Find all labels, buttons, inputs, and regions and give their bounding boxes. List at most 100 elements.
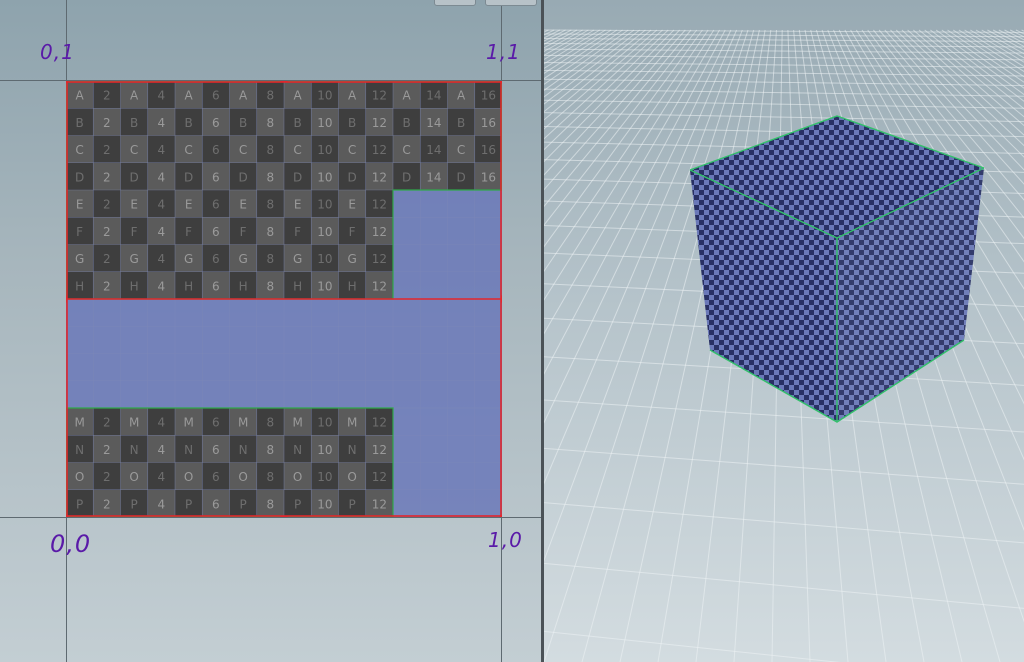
uv-cell-label: D xyxy=(130,170,139,184)
uv-cell-label: 10 xyxy=(317,416,332,430)
uv-cell-label: A xyxy=(185,89,194,103)
uv-cell-label: O xyxy=(347,470,356,484)
uv-cell-label: 6 xyxy=(212,279,220,293)
uv-cell-label: O xyxy=(129,470,138,484)
uv-cell-label: 14 xyxy=(426,89,441,103)
uv-cell-label: 2 xyxy=(103,443,111,457)
floor-grid-line xyxy=(544,29,658,130)
uv-corner-label-bottom-left: 0,0 xyxy=(50,530,92,558)
viewer-option-button[interactable] xyxy=(485,0,537,6)
uv-cell-label: 16 xyxy=(481,116,496,130)
uv-cell-label: 6 xyxy=(212,170,220,184)
uv-cell-label: 10 xyxy=(317,497,332,511)
floor-grid-line xyxy=(544,29,703,248)
uv-cell-label: G xyxy=(238,252,247,266)
uv-cell-label: B xyxy=(130,116,138,130)
uv-cell-label: M xyxy=(74,416,84,430)
uv-cell-label: 4 xyxy=(158,89,166,103)
uv-cell-label: A xyxy=(403,89,412,103)
uv-cell-label: M xyxy=(238,416,248,430)
uv-cell-label: 2 xyxy=(103,497,111,511)
uv-cell-label: A xyxy=(294,89,303,103)
floor-grid-line xyxy=(544,29,566,42)
floor-grid-line xyxy=(544,29,583,53)
uv-cell-label: 14 xyxy=(426,116,441,130)
floor-grid-line xyxy=(1004,29,1024,41)
uv-cell-label: 4 xyxy=(158,252,166,266)
uv-cell-label: 12 xyxy=(372,279,387,293)
uv-cell-label: E xyxy=(76,198,84,212)
uv-cell-label: 4 xyxy=(158,225,166,239)
uv-cell-label: N xyxy=(184,443,193,457)
uv-cell-label: 16 xyxy=(481,89,496,103)
uv-cell-label: 10 xyxy=(317,170,332,184)
floor-grid-line xyxy=(544,399,1024,433)
uv-texture-grid[interactable]: A 2 A 4 A 6 A 8 A 10 A 12 A 14 A 16 B 2 B 4 B 6 B 8 B 10 B 12 B 14 B 16… xyxy=(66,81,502,517)
uv-cell-label: E xyxy=(130,198,138,212)
floor-grid-line xyxy=(544,29,549,33)
uv-cell-label: F xyxy=(294,225,301,239)
uv-cell-label: P xyxy=(294,497,301,511)
uv-cell-label: 8 xyxy=(267,89,275,103)
uv-cell-label: 4 xyxy=(158,416,166,430)
uv-cell-label: F xyxy=(131,225,138,239)
uv-cell-label: 10 xyxy=(317,89,332,103)
uv-cell-label: D xyxy=(402,170,411,184)
uv-cell-label: D xyxy=(75,170,84,184)
uv-cell-label: 12 xyxy=(372,143,387,157)
uv-cell-label: E xyxy=(294,198,302,212)
uv-cell-label: 6 xyxy=(212,470,220,484)
floor-grid-line xyxy=(544,37,1024,43)
uv-grid-canvas[interactable]: A 2 A 4 A 6 A 8 A 10 A 12 A 14 A 16 B 2 B 4 B 6 B 8 B 10 B 12 B 14 B 16… xyxy=(66,81,502,517)
uv-cell-label: 14 xyxy=(426,170,441,184)
uv-cell-label: 2 xyxy=(103,225,111,239)
uv-cell-label: 4 xyxy=(158,198,166,212)
uv-cell-label: 12 xyxy=(372,416,387,430)
uv-cell-label: 10 xyxy=(317,443,332,457)
uv-cell-label: B xyxy=(403,116,411,130)
uv-cell-label: C xyxy=(457,143,465,157)
uv-editor-pane[interactable]: 0,1 1,1 0,0 1,0 A 2 A 4 A 6 A 8 A 10 A 12 A 14 A 16 B 2 B 4… xyxy=(0,0,541,662)
floor-grid-line xyxy=(544,78,1024,87)
floor-grid-line xyxy=(544,29,561,39)
floor-grid-line xyxy=(544,29,669,151)
3d-viewport[interactable] xyxy=(544,0,1024,662)
floor-grid-line xyxy=(975,29,1024,59)
uv-cell-label: 4 xyxy=(158,143,166,157)
uv-boundary-handle[interactable] xyxy=(501,295,502,303)
uv-cell-label: 8 xyxy=(267,279,275,293)
uv-cell-label: N xyxy=(293,443,302,457)
uv-cell-label: 2 xyxy=(103,198,111,212)
uv-cell-label: 16 xyxy=(481,170,496,184)
uv-cell-label: C xyxy=(130,143,138,157)
uv-cell-label: G xyxy=(129,252,138,266)
uv-boundary-handle[interactable] xyxy=(66,295,67,303)
uv-cell-label: O xyxy=(184,470,193,484)
uv-cell-label: 6 xyxy=(212,443,220,457)
uv-cell-label: E xyxy=(348,198,356,212)
uv-cell-label: 8 xyxy=(267,143,275,157)
uv-boundary-handle[interactable] xyxy=(280,516,288,517)
viewport-canvas[interactable] xyxy=(544,0,1024,662)
uv-cell-label: 14 xyxy=(426,143,441,157)
uv-cell-label: 12 xyxy=(372,116,387,130)
uv-cell-label: P xyxy=(185,497,192,511)
uv-cell-label: 10 xyxy=(317,279,332,293)
uv-cell-label: F xyxy=(240,225,247,239)
uv-boundary-handle[interactable] xyxy=(280,81,288,82)
uv-cell-label: 10 xyxy=(317,116,332,130)
uv-cell-label: B xyxy=(294,116,302,130)
uv-cell-label: 6 xyxy=(212,416,220,430)
uv-cell-label: M xyxy=(183,416,193,430)
uv-cell-label: 2 xyxy=(103,470,111,484)
uv-cell-label: 6 xyxy=(212,89,220,103)
uv-cell-label: H xyxy=(130,279,139,293)
uv-cell-label: C xyxy=(75,143,83,157)
viewer-option-button[interactable] xyxy=(434,0,476,6)
uv-cell-label: 2 xyxy=(103,416,111,430)
floor-grid-line xyxy=(544,88,1024,97)
uv-cell-label: G xyxy=(184,252,193,266)
uv-cell-label: 8 xyxy=(267,416,275,430)
uv-corner-label-bottom-right: 1,0 xyxy=(488,528,523,552)
uv-cell-label: 2 xyxy=(103,279,111,293)
